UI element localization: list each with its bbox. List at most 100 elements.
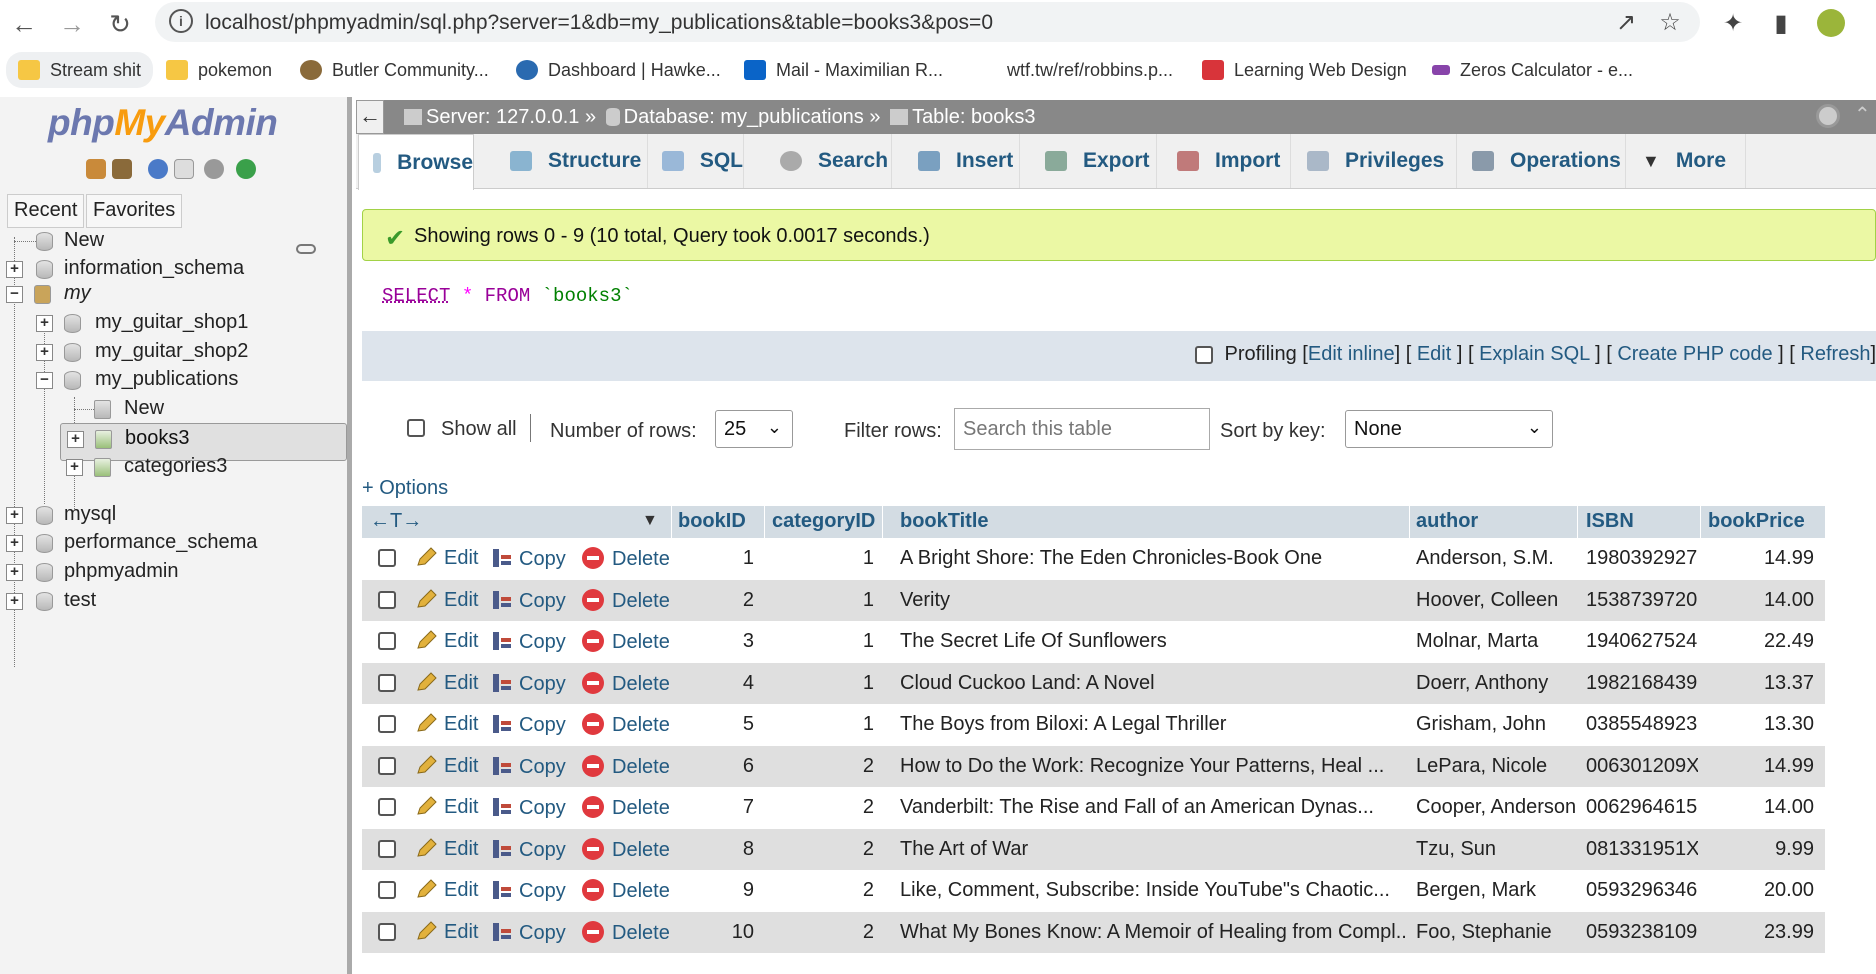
bookmark-item[interactable]: pokemon	[166, 52, 272, 88]
star-icon[interactable]: ☆	[1655, 7, 1685, 37]
cell-categoryid[interactable]: 2	[772, 838, 874, 861]
tree-item-new-table[interactable]: New	[0, 394, 352, 424]
cell-bookprice[interactable]: 13.30	[1708, 713, 1814, 736]
delete-link[interactable]: Delete	[582, 588, 670, 613]
cell-isbn[interactable]: 0593296346	[1586, 879, 1698, 902]
cell-bookid[interactable]: 10	[678, 921, 754, 944]
explain-sql-link[interactable]: Explain SQL	[1479, 343, 1589, 365]
copy-link[interactable]: Copy	[491, 589, 566, 613]
bookmark-item[interactable]: wtf.tw/ref/robbins.p...	[975, 52, 1173, 88]
header-author[interactable]: author	[1416, 510, 1478, 533]
tree-item-my-guitar-shop2[interactable]: + my_guitar_shop2	[0, 337, 352, 367]
cell-bookprice[interactable]: 14.00	[1708, 589, 1814, 612]
triangle-down-icon[interactable]: ▼	[642, 512, 658, 530]
delete-link[interactable]: Delete	[582, 713, 670, 737]
tree-item-mysql[interactable]: + mysql	[0, 500, 352, 530]
tree-item-my-publications[interactable]: − my_publications	[0, 365, 352, 395]
number-of-rows-select[interactable]: 25 ⌄	[715, 410, 793, 448]
edit-link[interactable]: Edit	[416, 547, 478, 570]
collapse-icon[interactable]: −	[6, 286, 23, 303]
row-checkbox[interactable]	[378, 839, 396, 858]
row-checkbox[interactable]	[378, 549, 396, 567]
cell-isbn[interactable]: 1982168439	[1586, 672, 1698, 695]
header-booktitle[interactable]: bookTitle	[900, 510, 989, 533]
logout-icon[interactable]	[112, 159, 132, 179]
copy-link[interactable]: Copy	[491, 672, 566, 696]
cell-categoryid[interactable]: 1	[772, 672, 874, 695]
copy-link[interactable]: Copy	[491, 713, 566, 737]
cell-booktitle[interactable]: How to Do the Work: Recognize Your Patte…	[900, 755, 1408, 778]
tree-item-new[interactable]: New	[0, 226, 352, 256]
cell-bookid[interactable]: 8	[678, 838, 754, 861]
column-resize-arrows[interactable]: ←T→	[370, 510, 422, 533]
expand-icon[interactable]: +	[66, 459, 83, 476]
cell-isbn[interactable]: 0062964615	[1586, 796, 1698, 819]
cell-author[interactable]: Molnar, Marta	[1416, 630, 1576, 653]
cell-bookprice[interactable]: 13.37	[1708, 672, 1814, 695]
extensions-icon[interactable]: ✦	[1718, 8, 1748, 38]
cell-author[interactable]: Grisham, John	[1416, 713, 1576, 736]
cell-bookprice[interactable]: 14.99	[1708, 547, 1814, 570]
breadcrumb-server[interactable]: Server: 127.0.0.1 »	[426, 106, 596, 128]
delete-link[interactable]: Delete	[582, 547, 670, 571]
cell-author[interactable]: Cooper, Anderson	[1416, 796, 1576, 819]
delete-link[interactable]: Delete	[582, 796, 670, 820]
tab-sql[interactable]: SQL	[648, 134, 744, 188]
info-icon[interactable]: i	[169, 9, 193, 33]
tree-item-phpmyadmin[interactable]: + phpmyadmin	[0, 557, 352, 587]
cell-bookprice[interactable]: 20.00	[1708, 879, 1814, 902]
row-checkbox[interactable]	[378, 632, 396, 650]
cell-bookid[interactable]: 1	[678, 547, 754, 570]
expand-icon[interactable]: +	[67, 431, 84, 448]
copy-link[interactable]: Copy	[491, 547, 566, 571]
expand-icon[interactable]: +	[6, 261, 23, 278]
header-bookid[interactable]: bookID	[678, 510, 746, 533]
cell-categoryid[interactable]: 2	[772, 879, 874, 902]
cell-isbn[interactable]: 081331951X	[1586, 838, 1698, 861]
cell-author[interactable]: Hoover, Colleen	[1416, 589, 1576, 612]
tab-export[interactable]: Export	[1031, 134, 1157, 188]
bookmark-item[interactable]: Stream shit	[6, 52, 154, 88]
phpmyadmin-logo[interactable]: phpMyAdmin	[48, 102, 278, 144]
address-bar[interactable]: i localhost/phpmyadmin/sql.php?server=1&…	[155, 2, 1700, 42]
header-bookprice[interactable]: bookPrice	[1708, 510, 1805, 533]
tab-privileges[interactable]: Privileges	[1293, 134, 1457, 188]
delete-link[interactable]: Delete	[582, 920, 670, 945]
delete-link[interactable]: Delete	[582, 754, 670, 779]
row-checkbox[interactable]	[378, 590, 396, 609]
tab-favorites[interactable]: Favorites	[86, 194, 183, 228]
cell-categoryid[interactable]: 1	[772, 547, 874, 570]
cell-booktitle[interactable]: The Boys from Biloxi: A Legal Thriller	[900, 713, 1408, 736]
breadcrumb-database[interactable]: Database: my_publications »	[624, 106, 881, 128]
edit-link[interactable]: Edit	[416, 796, 478, 819]
cell-categoryid[interactable]: 1	[772, 589, 874, 612]
cell-bookprice[interactable]: 23.99	[1708, 921, 1814, 944]
cell-bookid[interactable]: 3	[678, 630, 754, 653]
cell-bookid[interactable]: 2	[678, 589, 754, 612]
tab-search[interactable]: Search	[766, 134, 892, 188]
row-checkbox[interactable]	[378, 756, 396, 775]
collapse-top-icon[interactable]: ⌃	[1854, 102, 1871, 127]
delete-link[interactable]: Delete	[582, 879, 670, 903]
share-icon[interactable]: ↗	[1611, 7, 1641, 37]
copy-link[interactable]: Copy	[491, 879, 566, 903]
header-categoryid[interactable]: categoryID	[772, 510, 875, 533]
cell-categoryid[interactable]: 2	[772, 921, 874, 944]
help-icon[interactable]	[148, 159, 168, 179]
back-arrow-icon[interactable]: ←	[6, 6, 42, 42]
delete-link[interactable]: Delete	[582, 837, 670, 862]
copy-link[interactable]: Copy	[491, 838, 566, 862]
expand-icon[interactable]: +	[6, 507, 23, 524]
cell-isbn[interactable]: 0385548923	[1586, 713, 1698, 736]
options-link[interactable]: + Options	[362, 477, 448, 500]
bookmark-item[interactable]: Zeros Calculator - e...	[1432, 52, 1633, 88]
breadcrumb-table[interactable]: Table: books3	[912, 106, 1035, 128]
bookmark-item[interactable]: Dashboard | Hawke...	[516, 52, 721, 88]
copy-link[interactable]: Copy	[491, 630, 566, 654]
cell-booktitle[interactable]: The Secret Life Of Sunflowers	[900, 630, 1408, 653]
cell-isbn[interactable]: 0593238109	[1586, 921, 1698, 944]
tab-operations[interactable]: Operations	[1458, 134, 1626, 188]
expand-icon[interactable]: +	[36, 315, 53, 332]
cell-bookprice[interactable]: 22.49	[1708, 630, 1814, 653]
cell-bookprice[interactable]: 9.99	[1708, 838, 1814, 861]
